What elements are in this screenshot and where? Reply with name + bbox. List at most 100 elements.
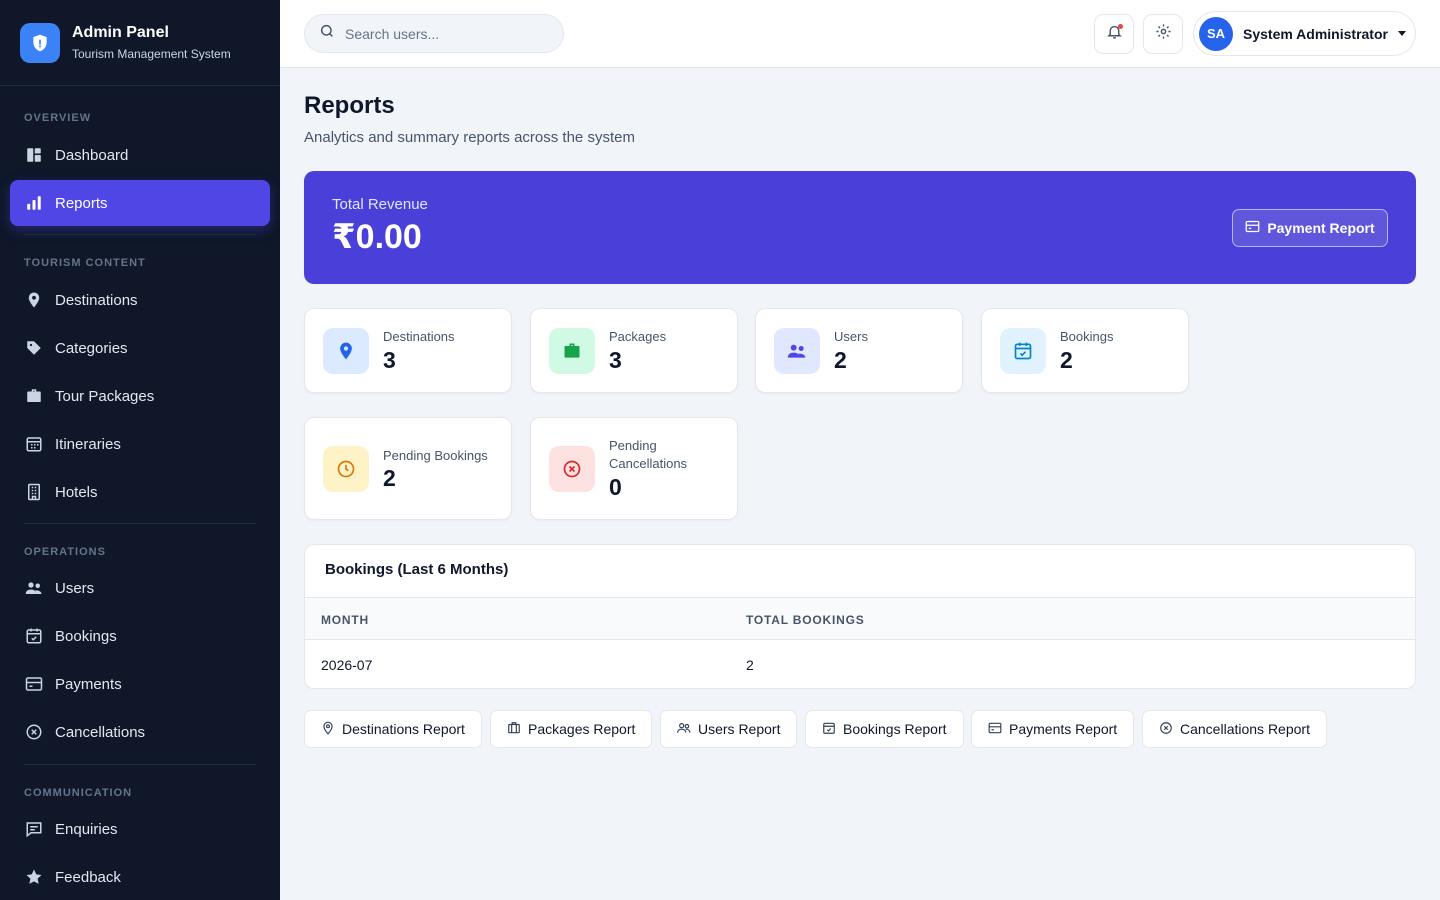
sidebar-item-categories[interactable]: Categories [10,325,270,371]
button-label: Cancellations Report [1180,721,1310,737]
users-icon [677,721,698,738]
notification-dot [1118,24,1123,29]
nav-divider [24,523,256,524]
stat-card-destinations: Destinations 3 [304,308,512,393]
packages-report-button[interactable]: Packages Report [490,710,653,748]
table-header: MONTH TOTAL BOOKINGS [305,597,1415,640]
sidebar-item-label: Users [55,579,95,597]
nav-divider [24,234,256,235]
destinations-report-button[interactable]: Destinations Report [304,710,482,748]
brand: Admin Panel Tourism Management System [0,0,280,86]
calendar-check-icon [1000,328,1046,374]
revenue-label: Total Revenue [332,196,428,213]
section-label-overview: OVERVIEW [24,112,92,124]
sidebar-item-label: Payments [55,675,122,693]
sidebar-item-tour-packages[interactable]: Tour Packages [10,373,270,419]
stat-value: 3 [609,347,622,373]
button-label: Payments Report [1009,721,1118,737]
stat-value: 2 [834,347,847,373]
payment-report-button[interactable]: Payment Report [1232,209,1388,247]
search-box[interactable] [304,14,564,53]
settings-button[interactable] [1143,14,1183,54]
building-icon [24,482,44,502]
user-menu[interactable]: SA System Administrator [1193,11,1416,56]
topbar: SA System Administrator [280,0,1440,68]
payment-card-icon [24,674,44,694]
sidebar-item-label: Enquiries [55,820,118,838]
users-icon [774,328,820,374]
sidebar-item-bookings[interactable]: Bookings [10,613,270,659]
calendar-check-icon [822,721,843,738]
notifications-button[interactable] [1094,14,1134,54]
stat-card-packages: Packages 3 [530,308,738,393]
users-icon [24,578,44,598]
stat-value: 0 [609,474,622,500]
cell-month: 2026-07 [321,657,373,673]
sidebar-item-dashboard[interactable]: Dashboard [10,132,270,178]
column-header-month: MONTH [321,613,369,627]
sidebar-item-enquiries[interactable]: Enquiries [10,806,270,852]
search-input[interactable] [345,25,545,42]
bookings-table-card: Bookings (Last 6 Months) MONTH TOTAL BOO… [304,544,1416,689]
sidebar-item-users[interactable]: Users [10,565,270,611]
payment-card-icon [988,721,1009,738]
cancellations-report-button[interactable]: Cancellations Report [1142,710,1327,748]
stat-card-bookings: Bookings 2 [981,308,1189,393]
cancel-circle-icon [24,722,44,742]
stat-value: 2 [1060,347,1073,373]
bar-chart-icon [24,193,44,213]
star-icon [24,867,44,887]
briefcase-icon [507,721,528,738]
sidebar-item-label: Reports [55,194,108,212]
revenue-card: Total Revenue ₹0.00 Payment Report [304,171,1416,284]
message-icon [24,819,44,839]
button-label: Bookings Report [843,721,947,737]
map-pin-icon [323,328,369,374]
cell-total-bookings: 2 [746,657,754,673]
sidebar-item-label: Dashboard [55,146,129,164]
page-title: Reports [304,92,395,119]
stat-card-pending-bookings: Pending Bookings 2 [304,417,512,520]
cancel-circle-icon [1159,721,1180,738]
stat-label: Packages [609,329,667,344]
table-title: Bookings (Last 6 Months) [325,561,509,578]
bookings-report-button[interactable]: Bookings Report [805,710,964,748]
map-pin-icon [24,290,44,310]
sidebar-item-label: Categories [55,339,128,357]
sidebar-item-label: Tour Packages [55,387,155,405]
sidebar-item-destinations[interactable]: Destinations [10,277,270,323]
payment-report-label: Payment Report [1267,220,1375,236]
stat-value: 3 [383,347,396,373]
column-header-total-bookings: TOTAL BOOKINGS [746,613,865,627]
stat-label: Pending Cancellations [609,438,688,471]
sidebar-item-hotels[interactable]: Hotels [10,469,270,515]
gear-icon [1155,23,1172,45]
sidebar-item-feedback[interactable]: Feedback [10,854,270,900]
button-label: Users Report [698,721,781,737]
calendar-check-icon [24,626,44,646]
sidebar-item-label: Bookings [55,627,117,645]
stat-label: Pending Bookings [383,448,488,463]
map-pin-icon [321,721,342,738]
sidebar-item-label: Feedback [55,868,121,886]
payments-report-button[interactable]: Payments Report [971,710,1135,748]
sidebar-item-label: Itineraries [55,435,121,453]
search-icon [319,23,335,44]
revenue-value: ₹0.00 [332,218,422,256]
section-label-tourism-content: TOURISM CONTENT [24,257,146,269]
users-report-button[interactable]: Users Report [660,710,798,748]
avatar: SA [1199,16,1233,51]
dashboard-icon [24,145,44,165]
page-subtitle: Analytics and summary reports across the… [304,129,635,146]
stat-card-pending-cancellations: Pending Cancellations 0 [530,417,738,520]
briefcase-icon [549,328,595,374]
chevron-down-icon [1397,31,1406,36]
stat-label: Bookings [1060,329,1114,344]
sidebar-item-itineraries[interactable]: Itineraries [10,421,270,467]
tag-icon [24,338,44,358]
sidebar-item-cancellations[interactable]: Cancellations [10,709,270,755]
sidebar-item-payments[interactable]: Payments [10,661,270,707]
sidebar-item-reports[interactable]: Reports [10,180,270,226]
section-label-operations: OPERATIONS [24,546,106,558]
cancel-circle-icon [549,446,595,492]
